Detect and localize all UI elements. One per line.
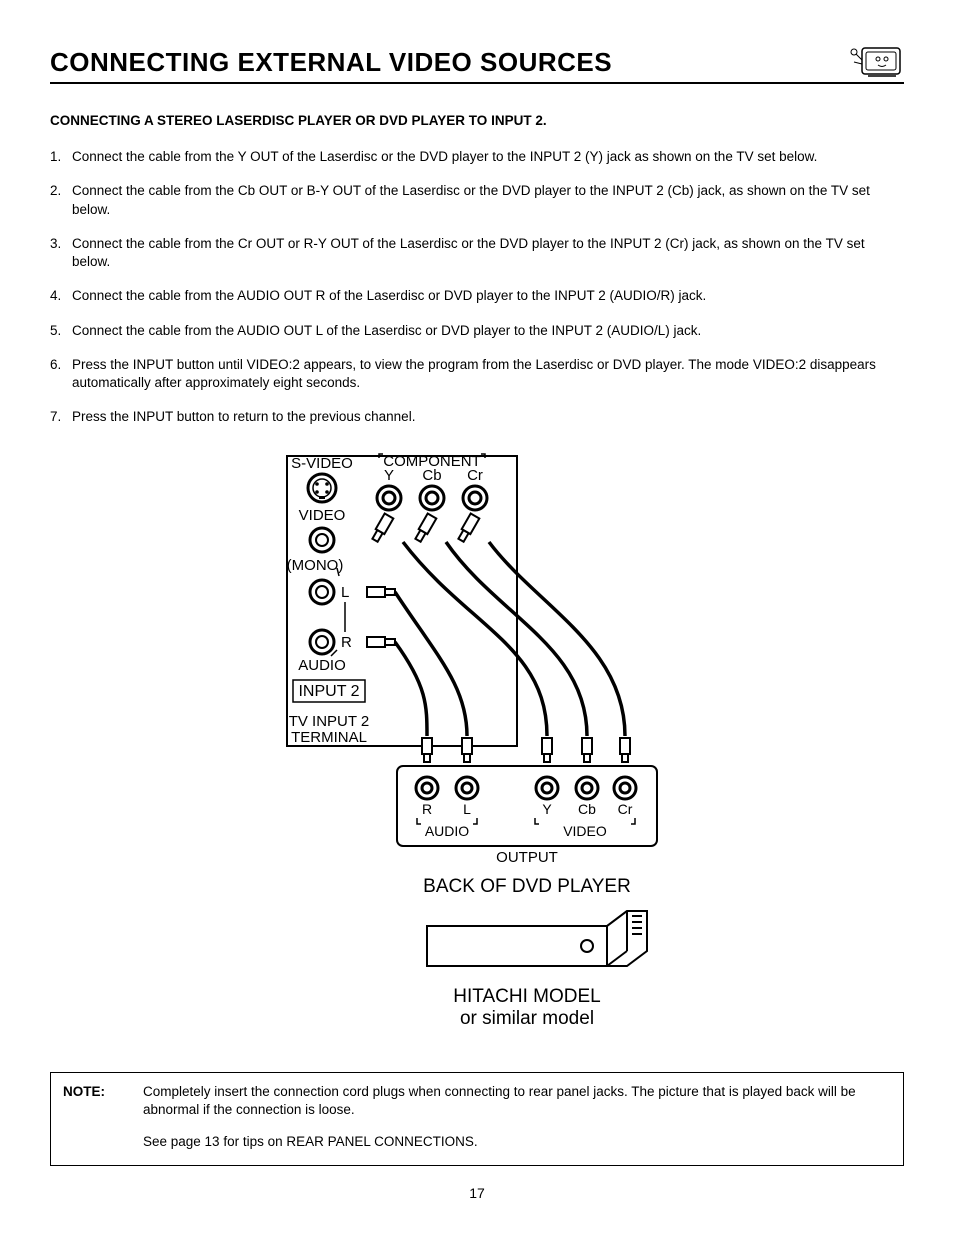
r-label: R [341, 634, 352, 651]
dvd-l: L [463, 801, 471, 817]
y-label: Y [384, 467, 394, 484]
l-label: L [341, 584, 349, 601]
step-text: Press the INPUT button until VIDEO:2 app… [72, 356, 904, 392]
step-text: Connect the cable from the Cr OUT or R-Y… [72, 235, 904, 271]
output-label: OUTPUT [496, 849, 558, 866]
dvd-cr: Cr [618, 801, 633, 817]
dvd-cb: Cb [578, 801, 596, 817]
hitachi-l2: or similar model [460, 1008, 594, 1029]
dvd-y: Y [542, 801, 552, 817]
dvd-audio: AUDIO [425, 823, 469, 839]
page-number: 17 [50, 1184, 904, 1203]
connection-diagram: S-VIDEO COMPONENT Y Cb Cr VIDEO (MONO) L… [50, 446, 904, 1051]
dvd-r: R [422, 801, 432, 817]
cb-label: Cb [422, 467, 441, 484]
note-text: Completely insert the connection cord pl… [143, 1083, 891, 1119]
page-title: CONNECTING EXTERNAL VIDEO SOURCES [50, 45, 848, 80]
note-box: NOTE: Completely insert the connection c… [50, 1072, 904, 1167]
tv-input-line1: TV INPUT 2 [289, 713, 370, 730]
section-subtitle: CONNECTING A STEREO LASERDISC PLAYER OR … [50, 112, 904, 130]
back-dvd-label: BACK OF DVD PLAYER [423, 876, 631, 897]
mono-label: (MONO) [287, 557, 344, 574]
tv-input-line2: TERMINAL [291, 729, 367, 746]
step-text: Connect the cable from the Y OUT of the … [72, 148, 904, 166]
input2-label: INPUT 2 [298, 683, 359, 700]
step-text: Connect the cable from the Cb OUT or B-Y… [72, 182, 904, 218]
step-text: Connect the cable from the AUDIO OUT L o… [72, 322, 904, 340]
step-text: Connect the cable from the AUDIO OUT R o… [72, 287, 904, 305]
step-text: Press the INPUT button to return to the … [72, 408, 904, 426]
note-extra: See page 13 for tips on REAR PANEL CONNE… [143, 1133, 891, 1151]
tv-mascot-icon [848, 40, 904, 80]
note-label: NOTE: [63, 1083, 143, 1119]
svideo-label: S-VIDEO [291, 455, 353, 472]
audio-label: AUDIO [298, 657, 346, 674]
instruction-list: 1.Connect the cable from the Y OUT of th… [50, 148, 904, 426]
dvd-video: VIDEO [563, 823, 607, 839]
hitachi-l1: HITACHI MODEL [453, 986, 600, 1007]
video-label: VIDEO [299, 507, 346, 524]
cr-label: Cr [467, 467, 483, 484]
